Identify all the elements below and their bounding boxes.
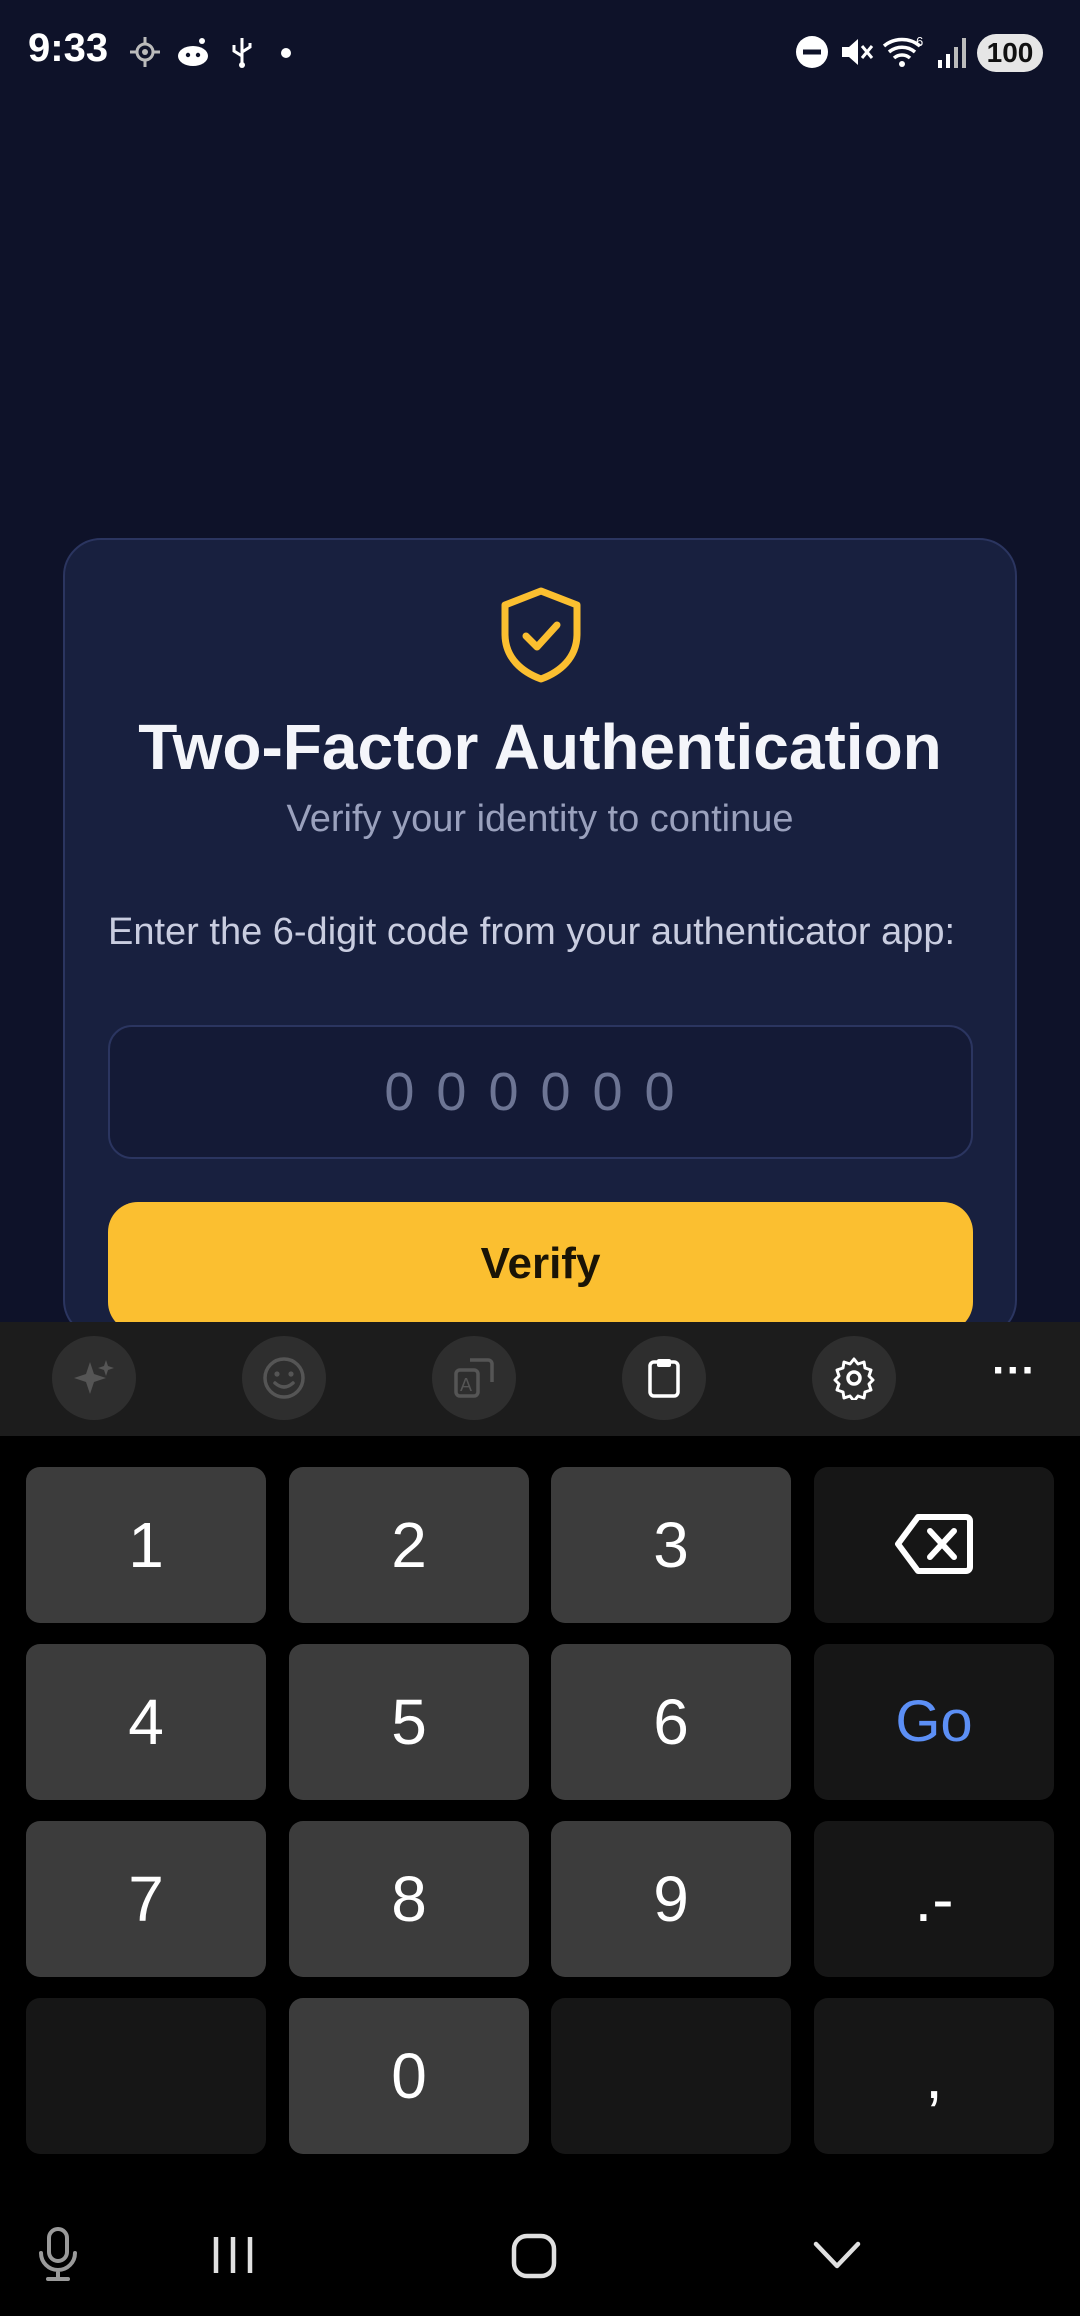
page-title: Two-Factor Authentication [138, 711, 942, 783]
dot-icon [281, 48, 291, 58]
clipboard-icon[interactable] [622, 1336, 706, 1420]
key-4[interactable]: 4 [26, 1644, 266, 1800]
key-2[interactable]: 2 [289, 1467, 529, 1623]
settings-icon[interactable] [812, 1336, 896, 1420]
key-3[interactable]: 3 [551, 1467, 791, 1623]
key-6[interactable]: 6 [551, 1644, 791, 1800]
go-key[interactable]: Go [814, 1644, 1054, 1800]
usb-icon [232, 38, 252, 68]
wifi-icon: 6 [882, 34, 923, 67]
ai-sparkle-icon[interactable] [52, 1336, 136, 1420]
key-9[interactable]: 9 [551, 1821, 791, 1977]
page-subtitle: Verify your identity to continue [286, 798, 794, 840]
empty-key-left [26, 1998, 266, 2154]
mic-icon[interactable] [36, 2226, 80, 2282]
recents-icon[interactable] [210, 2234, 256, 2276]
backspace-icon [895, 1514, 973, 1574]
mute-icon [842, 39, 874, 65]
key-1[interactable]: 1 [26, 1467, 266, 1623]
signal-icon [938, 38, 966, 68]
clock: 9:33 [28, 26, 109, 70]
symbols-key[interactable]: .- [814, 1821, 1054, 1977]
dnd-icon [796, 36, 828, 68]
hide-keyboard-icon[interactable] [812, 2238, 862, 2272]
code-input[interactable]: 000000 [108, 1025, 973, 1159]
battery-icon: 100 [977, 34, 1043, 72]
home-icon[interactable] [510, 2232, 558, 2280]
key-7[interactable]: 7 [26, 1821, 266, 1977]
two-factor-card: Two-Factor Authentication Verify your id… [63, 538, 1017, 1338]
verify-button[interactable]: Verify [108, 1202, 973, 1332]
comma-key[interactable]: , [814, 1998, 1054, 2154]
key-5[interactable]: 5 [289, 1644, 529, 1800]
location-icon [130, 37, 160, 67]
reddit-icon [178, 38, 208, 66]
key-8[interactable]: 8 [289, 1821, 529, 1977]
emoji-icon[interactable] [242, 1336, 326, 1420]
translate-icon[interactable]: A [432, 1336, 516, 1420]
more-icon[interactable]: ··· [990, 1349, 1038, 1400]
shield-check-icon [501, 587, 581, 683]
backspace-key[interactable] [814, 1467, 1054, 1623]
svg-text:A: A [460, 1375, 472, 1395]
navigation-bar [0, 2200, 1080, 2316]
svg-text:6: 6 [916, 34, 923, 49]
key-0[interactable]: 0 [289, 1998, 529, 2154]
status-bar: 9:33 6 100 [0, 0, 1080, 104]
numeric-keyboard: A ··· 1 2 3 4 5 6 Go 7 8 9 .- 0 , [0, 1322, 1080, 2316]
code-prompt: Enter the 6-digit code from your authent… [108, 911, 956, 953]
empty-key-right [551, 1998, 791, 2154]
keyboard-toolbar: A ··· [0, 1322, 1080, 1436]
